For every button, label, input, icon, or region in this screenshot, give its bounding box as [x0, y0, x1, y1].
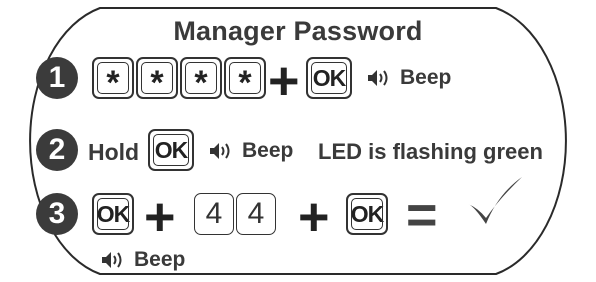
star-key: *	[224, 57, 266, 100]
speaker-icon	[368, 70, 388, 86]
hold-label: Hold	[88, 139, 140, 165]
beep-label: Beep	[134, 248, 186, 271]
ok-key: OK	[346, 193, 388, 235]
star-key: *	[92, 57, 134, 100]
speaker-icon	[102, 252, 122, 268]
plus-sign: +	[268, 51, 300, 111]
ok-key: OK	[148, 129, 194, 171]
beep-label: Beep	[400, 66, 452, 89]
speaker-icon	[210, 143, 230, 159]
plus-sign: +	[144, 187, 176, 247]
star-key: *	[136, 57, 178, 100]
beep-indicator: Beep	[100, 248, 185, 272]
ok-key: OK	[306, 57, 352, 99]
page-title: Manager Password	[173, 16, 423, 46]
checkmark-icon	[468, 177, 522, 224]
star-key: *	[180, 57, 222, 100]
beep-indicator: Beep	[366, 66, 451, 90]
led-status: LED is flashing green	[318, 139, 543, 164]
step-2-badge: 2	[36, 129, 78, 171]
beep-indicator: Beep	[208, 139, 293, 163]
step-3-badge: 3	[36, 193, 78, 235]
equals-sign: =	[406, 185, 438, 245]
plus-sign: +	[298, 187, 330, 247]
digit-key: 4	[236, 193, 276, 235]
ok-key: OK	[92, 193, 134, 235]
step-1-badge: 1	[36, 57, 78, 99]
beep-label: Beep	[242, 139, 294, 162]
digit-key: 4	[194, 193, 234, 235]
